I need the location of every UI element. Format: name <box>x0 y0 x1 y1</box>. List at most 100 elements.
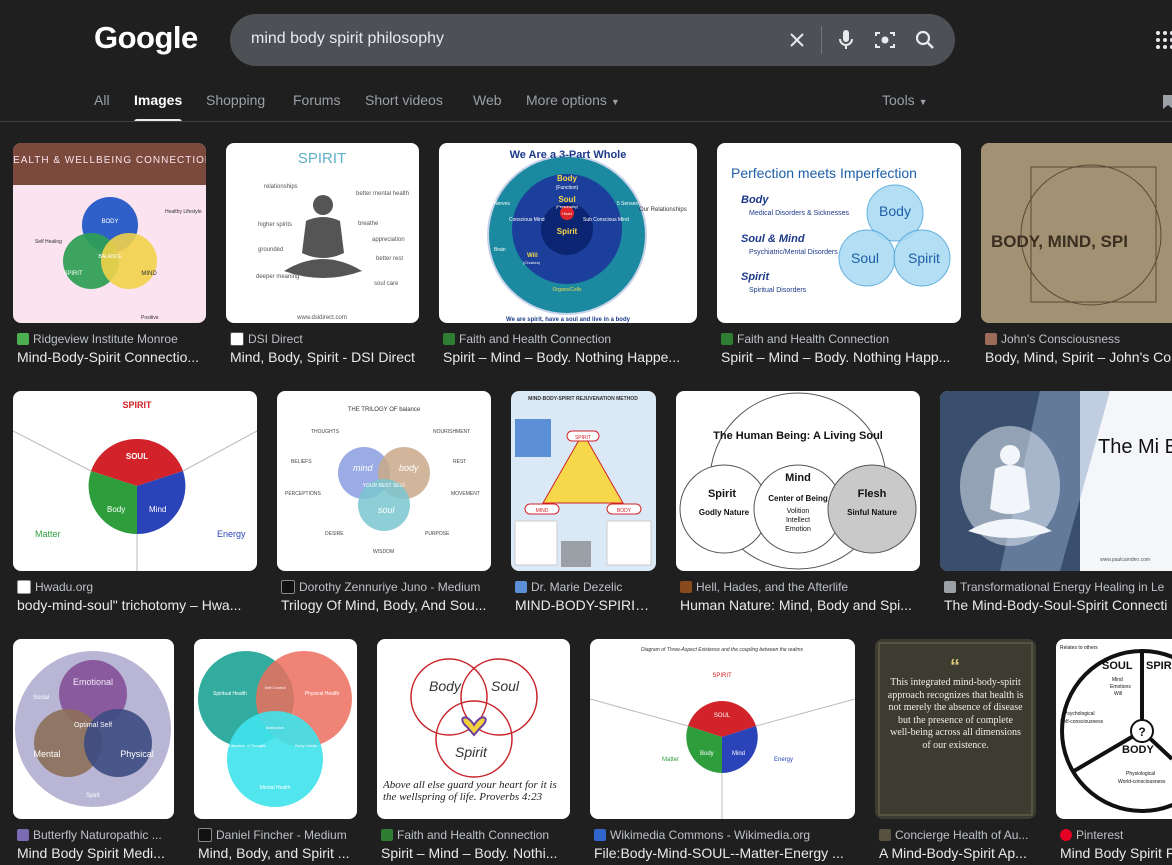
result-title[interactable]: Human Nature: Mind, Body and Spi... <box>680 597 920 613</box>
image-result[interactable]: We Are a 3-Part Whole Body (Function) So… <box>439 143 698 368</box>
thumb-label: Organs/Cells <box>553 287 582 293</box>
result-source[interactable]: Transformational Energy Healing in Le <box>944 580 1172 594</box>
thumb-label: REST <box>453 459 466 465</box>
image-result[interactable]: Body Soul Spirit Above all else guard yo… <box>377 639 571 865</box>
result-title[interactable]: Mind-Body-Spirit Connectio... <box>17 349 207 365</box>
result-source[interactable]: Ridgeview Institute Monroe <box>17 332 207 346</box>
result-thumbnail[interactable]: “ This integrated mind-body-spirit appro… <box>875 639 1036 819</box>
source-name: John's Consciousness <box>1001 332 1121 346</box>
result-thumbnail[interactable]: We Are a 3-Part Whole Body (Function) So… <box>439 143 697 323</box>
image-result[interactable]: Emotional Optimal Self Mental Physical S… <box>13 639 175 865</box>
tab-web[interactable]: Web <box>473 92 502 108</box>
thumb-label: Psychological <box>1064 711 1095 717</box>
tab-more-options[interactable]: More options ▼ <box>526 92 620 108</box>
result-thumbnail[interactable]: ? SOUL SPIRIT BODY Mind Emotions Will Ps… <box>1056 639 1172 819</box>
source-favicon-icon <box>381 829 393 841</box>
thumb-label: Motivation <box>266 725 284 730</box>
source-name: Faith and Health Connection <box>397 828 550 842</box>
thumb-label: Will <box>1114 691 1122 697</box>
result-thumbnail[interactable]: Perfection meets Imperfection Body Medic… <box>717 143 961 323</box>
result-thumbnail[interactable]: HEALTH & WELLBEING CONNECTION BODY SPIRI… <box>13 143 206 323</box>
result-thumbnail[interactable]: The Human Being: A Living Soul Spirit Go… <box>676 391 920 571</box>
image-result[interactable]: MIND-BODY-SPIRIT REJUVENATION METHOD SPI… <box>511 391 657 616</box>
result-thumbnail[interactable]: Emotional Optimal Self Mental Physical S… <box>13 639 174 819</box>
result-title[interactable]: Spirit – Mind – Body. Nothi... <box>381 845 571 861</box>
result-source[interactable]: Wikimedia Commons - Wikimedia.org <box>594 828 856 842</box>
result-source[interactable]: Daniel Fincher - Medium <box>198 828 358 842</box>
thumb-heading: Diagram of Three-Aspect Existence and th… <box>641 647 804 653</box>
result-thumbnail[interactable]: BODY, MIND, SPI <box>981 143 1172 323</box>
result-thumbnail[interactable]: MIND-BODY-SPIRIT REJUVENATION METHOD SPI… <box>511 391 656 571</box>
image-result[interactable]: Spiritual Health Physical Health Mental … <box>194 639 358 865</box>
image-result[interactable]: THE TRILOGY OF balance mind body soul YO… <box>277 391 492 616</box>
image-result[interactable]: HEALTH & WELLBEING CONNECTION BODY SPIRI… <box>13 143 207 368</box>
thumb-label: BALANCE <box>98 254 122 260</box>
tools-button[interactable]: Tools ▼ <box>882 92 928 108</box>
tools-label: Tools <box>882 92 915 108</box>
source-name: Faith and Health Connection <box>737 332 890 346</box>
result-source[interactable]: DSI Direct <box>230 332 420 346</box>
result-title[interactable]: Mind, Body, and Spirit ... <box>198 845 358 861</box>
mic-icon[interactable] <box>833 27 859 53</box>
camera-lens-icon[interactable] <box>872 27 898 53</box>
result-title[interactable]: A Mind-Body-Spirit Ap... <box>879 845 1037 861</box>
image-result[interactable]: The Human Being: A Living Soul Spirit Go… <box>676 391 921 616</box>
bookmark-icon[interactable] <box>1162 94 1172 113</box>
source-name: Transformational Energy Healing in Le <box>960 580 1165 594</box>
result-title[interactable]: body-mind-soul" trichotomy – Hwa... <box>17 597 257 613</box>
image-result[interactable]: SPIRIT SOUL Body Mind Matter Energy Hwad… <box>13 391 258 616</box>
result-title[interactable]: Mind Body Spirit F <box>1060 845 1172 861</box>
result-thumbnail[interactable]: Body Soul Spirit Above all else guard yo… <box>377 639 570 819</box>
result-title[interactable]: File:Body-Mind-SOUL--Matter-Energy ... <box>594 845 856 861</box>
image-result[interactable]: “ This integrated mind-body-spirit appro… <box>875 639 1037 865</box>
result-source[interactable]: Hell, Hades, and the Afterlife <box>680 580 920 594</box>
result-title[interactable]: Mind, Body, Spirit - DSI Direct <box>230 349 420 365</box>
search-icon[interactable] <box>912 27 938 53</box>
result-title[interactable]: MIND-BODY-SPIRIT ... <box>515 597 656 613</box>
result-thumbnail[interactable]: Diagram of Three-Aspect Existence and th… <box>590 639 855 819</box>
result-thumbnail[interactable]: Spiritual Health Physical Health Mental … <box>194 639 357 819</box>
result-source[interactable]: Concierge Health of Au... <box>879 828 1037 842</box>
result-source[interactable]: Dr. Marie Dezelic <box>515 580 656 594</box>
result-title[interactable]: The Mind-Body-Soul-Spirit Connecti <box>944 597 1172 613</box>
image-result[interactable]: The Mi Body, S Connec www.paulcamden.com… <box>940 391 1172 616</box>
result-title[interactable]: Spirit – Mind – Body. Nothing Happ... <box>721 349 961 365</box>
tab-forums[interactable]: Forums <box>293 92 340 108</box>
result-source[interactable]: Faith and Health Connection <box>381 828 571 842</box>
thumb-label: DESIRE <box>325 531 344 537</box>
image-result[interactable]: BODY, MIND, SPI John's Consciousness Bod… <box>981 143 1172 368</box>
image-result[interactable]: SPIRIT relationships better mental healt… <box>226 143 420 368</box>
result-title[interactable]: Trilogy Of Mind, Body, And Sou... <box>281 597 491 613</box>
result-title[interactable]: Spirit – Mind – Body. Nothing Happe... <box>443 349 697 365</box>
tab-short-videos[interactable]: Short videos <box>365 92 443 108</box>
thumb-label: Physical Health <box>305 691 340 697</box>
close-icon[interactable] <box>784 27 810 53</box>
result-source[interactable]: Faith and Health Connection <box>721 332 961 346</box>
search-input[interactable]: mind body spirit philosophy <box>251 30 444 48</box>
search-box[interactable]: mind body spirit philosophy <box>230 14 955 66</box>
result-title[interactable]: Body, Mind, Spirit – John's Co <box>985 349 1172 365</box>
tab-all[interactable]: All <box>94 92 110 108</box>
result-source[interactable]: Dorothy Zennuriye Juno - Medium <box>281 580 491 594</box>
result-source[interactable]: Faith and Health Connection <box>443 332 697 346</box>
google-logo[interactable]: Google <box>94 20 198 56</box>
tab-images[interactable]: Images <box>134 92 182 108</box>
image-result[interactable]: Perfection meets Imperfection Body Medic… <box>717 143 962 368</box>
image-result[interactable]: ? SOUL SPIRIT BODY Mind Emotions Will Ps… <box>1056 639 1172 865</box>
thumb-label: Self Control <box>265 685 286 690</box>
thumb-label: (Function) <box>556 185 579 191</box>
result-source[interactable]: Pinterest <box>1060 828 1172 842</box>
thumb-label: Relates to others <box>1060 645 1098 651</box>
apps-grid-icon[interactable] <box>1155 30 1172 50</box>
result-source[interactable]: Butterfly Naturopathic ... <box>17 828 175 842</box>
result-thumbnail[interactable]: The Mi Body, S Connec www.paulcamden.com <box>940 391 1172 571</box>
result-thumbnail[interactable]: SPIRIT SOUL Body Mind Matter Energy <box>13 391 257 571</box>
result-source[interactable]: Hwadu.org <box>17 580 257 594</box>
tab-shopping[interactable]: Shopping <box>206 92 265 108</box>
result-thumbnail[interactable]: SPIRIT relationships better mental healt… <box>226 143 419 323</box>
thumb-label: NOURISHMENT <box>433 429 470 435</box>
result-thumbnail[interactable]: THE TRILOGY OF balance mind body soul YO… <box>277 391 491 571</box>
result-title[interactable]: Mind Body Spirit Medi... <box>17 845 175 861</box>
result-source[interactable]: John's Consciousness <box>985 332 1172 346</box>
image-result[interactable]: Diagram of Three-Aspect Existence and th… <box>590 639 856 865</box>
